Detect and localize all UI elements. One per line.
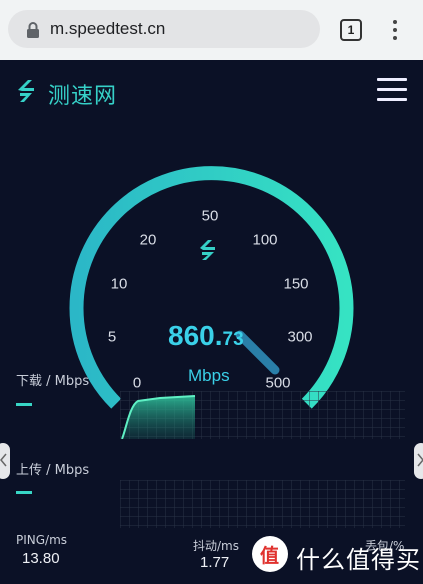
ping-label: PING/ms [16,533,68,547]
speed-readout: 860.73 [168,320,244,352]
tick-label: 50 [201,207,219,225]
chevron-left-icon [0,453,7,467]
ping-value: 13.80 [22,550,60,567]
scroll-right-button[interactable] [414,443,423,479]
tick-label: 100 [252,231,278,249]
overflow-menu-icon[interactable] [385,16,405,44]
speedtest-logo-icon [18,80,34,102]
jitter-label: 抖动/ms [193,539,239,553]
url-text: m.speedtest.cn [50,19,166,38]
tick-label: 20 [139,231,157,249]
lock-icon [27,22,39,38]
scroll-left-button[interactable] [0,443,10,479]
download-value-placeholder [16,403,32,406]
watermark-logo-icon: 值 [252,536,288,572]
jitter-value: 1.77 [200,554,230,571]
chevron-right-icon [417,453,423,467]
speedtest-app: 测速网 0 5 10 20 50 100 150 300 500 860.73 … [0,60,423,584]
download-graph [120,391,405,439]
gauge-logo-icon [200,240,215,260]
tick-label: 10 [110,275,128,293]
browser-toolbar: m.speedtest.cn 1 [0,0,423,60]
tick-label: 300 [287,328,313,346]
download-label: 下载 / Mbps [16,374,90,389]
address-bar[interactable]: m.speedtest.cn [8,10,320,48]
speed-unit: Mbps [188,366,230,385]
speed-decimal: 73 [222,329,244,350]
upload-graph [120,480,405,528]
speed-integer: 860. [168,320,223,351]
tick-label: 5 [107,328,117,346]
watermark-text: 什么值得买 [296,546,421,574]
tick-label: 150 [283,275,309,293]
watermark-badge-text: 值 [260,545,280,567]
tick-label: 0 [132,374,142,392]
brand-name: 测速网 [48,84,118,109]
tick-label: 500 [265,374,291,392]
upload-label: 上传 / Mbps [16,463,90,478]
upload-value-placeholder [16,491,32,494]
gauge-needle [235,330,280,375]
tab-switcher-button[interactable]: 1 [340,19,362,41]
hamburger-menu-icon[interactable] [377,78,407,102]
